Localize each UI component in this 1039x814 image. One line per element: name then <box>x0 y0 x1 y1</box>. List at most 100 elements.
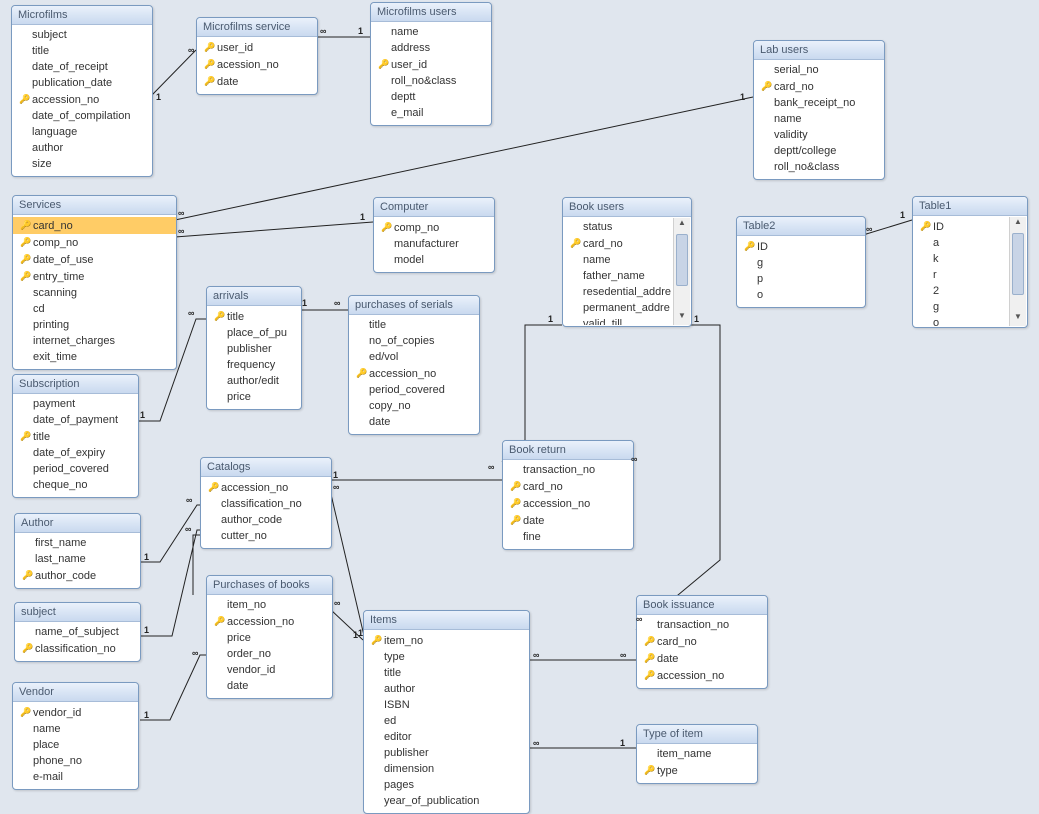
field-row[interactable]: price <box>213 389 295 405</box>
table-title[interactable]: Microfilms service <box>197 18 317 37</box>
field-row[interactable]: vendor_id <box>19 704 132 721</box>
table-title[interactable]: Lab users <box>754 41 884 60</box>
field-row[interactable]: manufacturer <box>380 236 488 252</box>
field-row[interactable]: no_of_copies <box>355 333 473 349</box>
field-row[interactable]: e_mail <box>377 105 485 121</box>
field-row[interactable]: internet_charges <box>19 333 170 349</box>
field-row[interactable]: author <box>18 140 146 156</box>
field-row[interactable]: first_name <box>21 535 134 551</box>
field-row[interactable]: item_no <box>213 597 326 613</box>
table-title[interactable]: Catalogs <box>201 458 331 477</box>
table-table1[interactable]: Table1 IDakr2go ▲ ▼ <box>912 196 1028 328</box>
field-row[interactable]: type <box>370 649 523 665</box>
field-row[interactable]: date_of_payment <box>19 412 132 428</box>
field-row[interactable]: date <box>643 650 761 667</box>
table-title[interactable]: Items <box>364 611 529 630</box>
field-row[interactable]: cheque_no <box>19 477 132 493</box>
table-title[interactable]: Table1 <box>913 197 1027 216</box>
field-row[interactable]: publication_date <box>18 75 146 91</box>
field-row[interactable]: item_no <box>370 632 523 649</box>
field-row[interactable]: transaction_no <box>509 462 627 478</box>
field-row[interactable]: name <box>760 111 878 127</box>
field-row[interactable]: father_name <box>569 268 671 284</box>
field-row[interactable]: card_no <box>760 78 878 95</box>
table-title[interactable]: arrivals <box>207 287 301 306</box>
table-book-users[interactable]: Book users statuscard_nonamefather_namer… <box>562 197 692 327</box>
field-row[interactable]: model <box>380 252 488 268</box>
field-row[interactable]: pages <box>370 777 523 793</box>
field-row[interactable]: accession_no <box>207 479 325 496</box>
scroll-thumb[interactable] <box>1012 233 1024 295</box>
field-row[interactable]: name <box>569 252 671 268</box>
table-book-return[interactable]: Book return transaction_nocard_noaccessi… <box>502 440 634 550</box>
scroll-thumb[interactable] <box>676 234 688 286</box>
field-row[interactable]: exit_time <box>19 349 170 365</box>
field-row[interactable]: language <box>18 124 146 140</box>
scroll-down-icon[interactable]: ▼ <box>1010 312 1026 326</box>
field-row[interactable]: title <box>355 317 473 333</box>
field-row[interactable]: ed/vol <box>355 349 473 365</box>
table-items[interactable]: Items item_notypetitleauthorISBNededitor… <box>363 610 530 814</box>
table-title[interactable]: Computer <box>374 198 494 217</box>
table-lab-users[interactable]: Lab users serial_nocard_nobank_receipt_n… <box>753 40 885 180</box>
field-row[interactable]: item_name <box>643 746 751 762</box>
field-row[interactable]: valid_till <box>569 316 671 325</box>
table-type-item[interactable]: Type of item item_nametype <box>636 724 758 784</box>
table-title[interactable]: Table2 <box>737 217 865 236</box>
field-row[interactable]: publisher <box>213 341 295 357</box>
field-row[interactable]: accession_no <box>18 91 146 108</box>
field-row[interactable]: resedential_addre <box>569 284 671 300</box>
field-row[interactable]: last_name <box>21 551 134 567</box>
field-row[interactable]: e-mail <box>19 769 132 785</box>
field-row[interactable]: comp_no <box>19 234 170 251</box>
field-row[interactable]: roll_no&class <box>760 159 878 175</box>
table-book-issuance[interactable]: Book issuance transaction_nocard_nodatea… <box>636 595 768 689</box>
field-row[interactable]: card_no <box>509 478 627 495</box>
field-row[interactable]: author/edit <box>213 373 295 389</box>
field-row[interactable]: card_no <box>13 217 176 234</box>
field-row[interactable]: o <box>743 287 859 303</box>
field-row[interactable]: type <box>643 762 751 779</box>
table-services[interactable]: Services card_nocomp_nodate_of_useentry_… <box>12 195 177 370</box>
table-microfilms-service[interactable]: Microfilms service user_idacession_nodat… <box>196 17 318 95</box>
table-purchases-serials[interactable]: purchases of serials titleno_of_copiesed… <box>348 295 480 435</box>
table-table2[interactable]: Table2 IDgpo <box>736 216 866 308</box>
field-row[interactable]: vendor_id <box>213 662 326 678</box>
field-row[interactable]: author <box>370 681 523 697</box>
field-row[interactable]: acession_no <box>203 56 311 73</box>
field-row[interactable]: roll_no&class <box>377 73 485 89</box>
field-row[interactable]: place_of_pu <box>213 325 295 341</box>
field-row[interactable]: publisher <box>370 745 523 761</box>
field-row[interactable]: ISBN <box>370 697 523 713</box>
scrollbar[interactable]: ▲ ▼ <box>1009 217 1026 326</box>
field-row[interactable]: classification_no <box>207 496 325 512</box>
field-row[interactable]: name <box>19 721 132 737</box>
field-row[interactable]: permanent_addre <box>569 300 671 316</box>
field-row[interactable]: ID <box>743 238 859 255</box>
field-row[interactable]: payment <box>19 396 132 412</box>
table-title[interactable]: Book issuance <box>637 596 767 615</box>
field-row[interactable]: author_code <box>207 512 325 528</box>
table-microfilms-users[interactable]: Microfilms users nameaddressuser_idroll_… <box>370 2 492 126</box>
field-row[interactable]: date <box>509 512 627 529</box>
field-row[interactable]: period_covered <box>355 382 473 398</box>
field-row[interactable]: validity <box>760 127 878 143</box>
table-title[interactable]: Microfilms <box>12 6 152 25</box>
field-row[interactable]: subject <box>18 27 146 43</box>
field-row[interactable]: k <box>919 251 1007 267</box>
field-row[interactable]: user_id <box>203 39 311 56</box>
field-row[interactable]: user_id <box>377 56 485 73</box>
table-title[interactable]: Author <box>15 514 140 533</box>
field-row[interactable]: deptt <box>377 89 485 105</box>
field-row[interactable]: name_of_subject <box>21 624 134 640</box>
field-row[interactable]: cd <box>19 301 170 317</box>
field-row[interactable]: entry_time <box>19 268 170 285</box>
field-row[interactable]: date_of_compilation <box>18 108 146 124</box>
field-row[interactable]: bank_receipt_no <box>760 95 878 111</box>
table-title[interactable]: Vendor <box>13 683 138 702</box>
field-row[interactable]: address <box>377 40 485 56</box>
table-title[interactable]: Services <box>13 196 176 215</box>
field-row[interactable]: card_no <box>569 235 671 252</box>
table-arrivals[interactable]: arrivals titleplace_of_pupublisherfreque… <box>206 286 302 410</box>
field-row[interactable]: editor <box>370 729 523 745</box>
